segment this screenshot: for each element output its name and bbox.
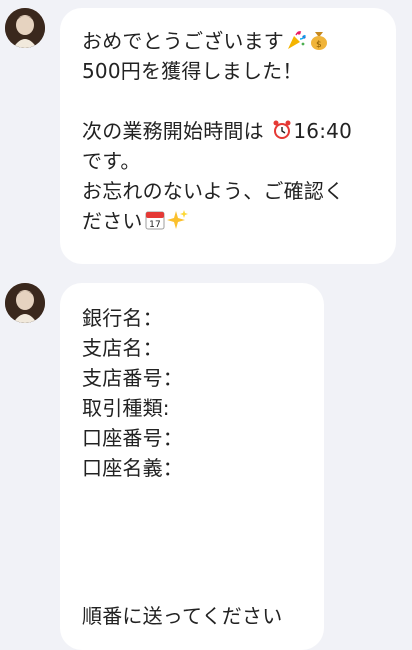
- message-bubble-reward: おめでとうございます $ 500円を獲得しました！ 次の業務開始時間は 16:40…: [60, 8, 396, 264]
- message-line: ださい 17: [82, 206, 396, 236]
- message-line: 500円を獲得しました！: [82, 59, 303, 83]
- message-line: お忘れのないよう、ご確認く: [82, 179, 345, 203]
- bank-name-label: 銀行名：: [82, 306, 163, 330]
- account-number-label: 口座番号：: [82, 426, 183, 450]
- sender-avatar[interactable]: [5, 8, 45, 48]
- branch-name-label: 支店名：: [82, 336, 163, 360]
- message-line: おめでとうございます $: [82, 26, 396, 56]
- branch-number-label: 支店番号：: [82, 366, 183, 390]
- sparkles-icon: [166, 209, 189, 231]
- message-line: です。: [82, 149, 141, 173]
- message-line: 次の業務開始時間は 16:40: [82, 119, 353, 143]
- alarm-time: 16:40: [293, 119, 353, 143]
- calendar-icon: 17: [144, 209, 166, 231]
- message-footer: 順番に送ってください: [82, 604, 283, 628]
- money-bag-icon: $: [308, 29, 330, 51]
- party-popper-icon: [285, 29, 307, 51]
- transaction-type-label: 取引種類:: [82, 396, 170, 420]
- chat-thread: おめでとうございます $ 500円を獲得しました！ 次の業務開始時間は 16:40…: [0, 0, 412, 650]
- alarm-clock-icon: [271, 119, 293, 141]
- svg-text:$: $: [316, 40, 322, 50]
- sender-avatar[interactable]: [5, 283, 45, 323]
- account-holder-label: 口座名義：: [82, 456, 183, 480]
- message-bubble-bank-form: 銀行名： 支店名： 支店番号： 取引種類: 口座番号： 口座名義： 順番に送って…: [60, 283, 324, 650]
- svg-text:17: 17: [149, 220, 161, 230]
